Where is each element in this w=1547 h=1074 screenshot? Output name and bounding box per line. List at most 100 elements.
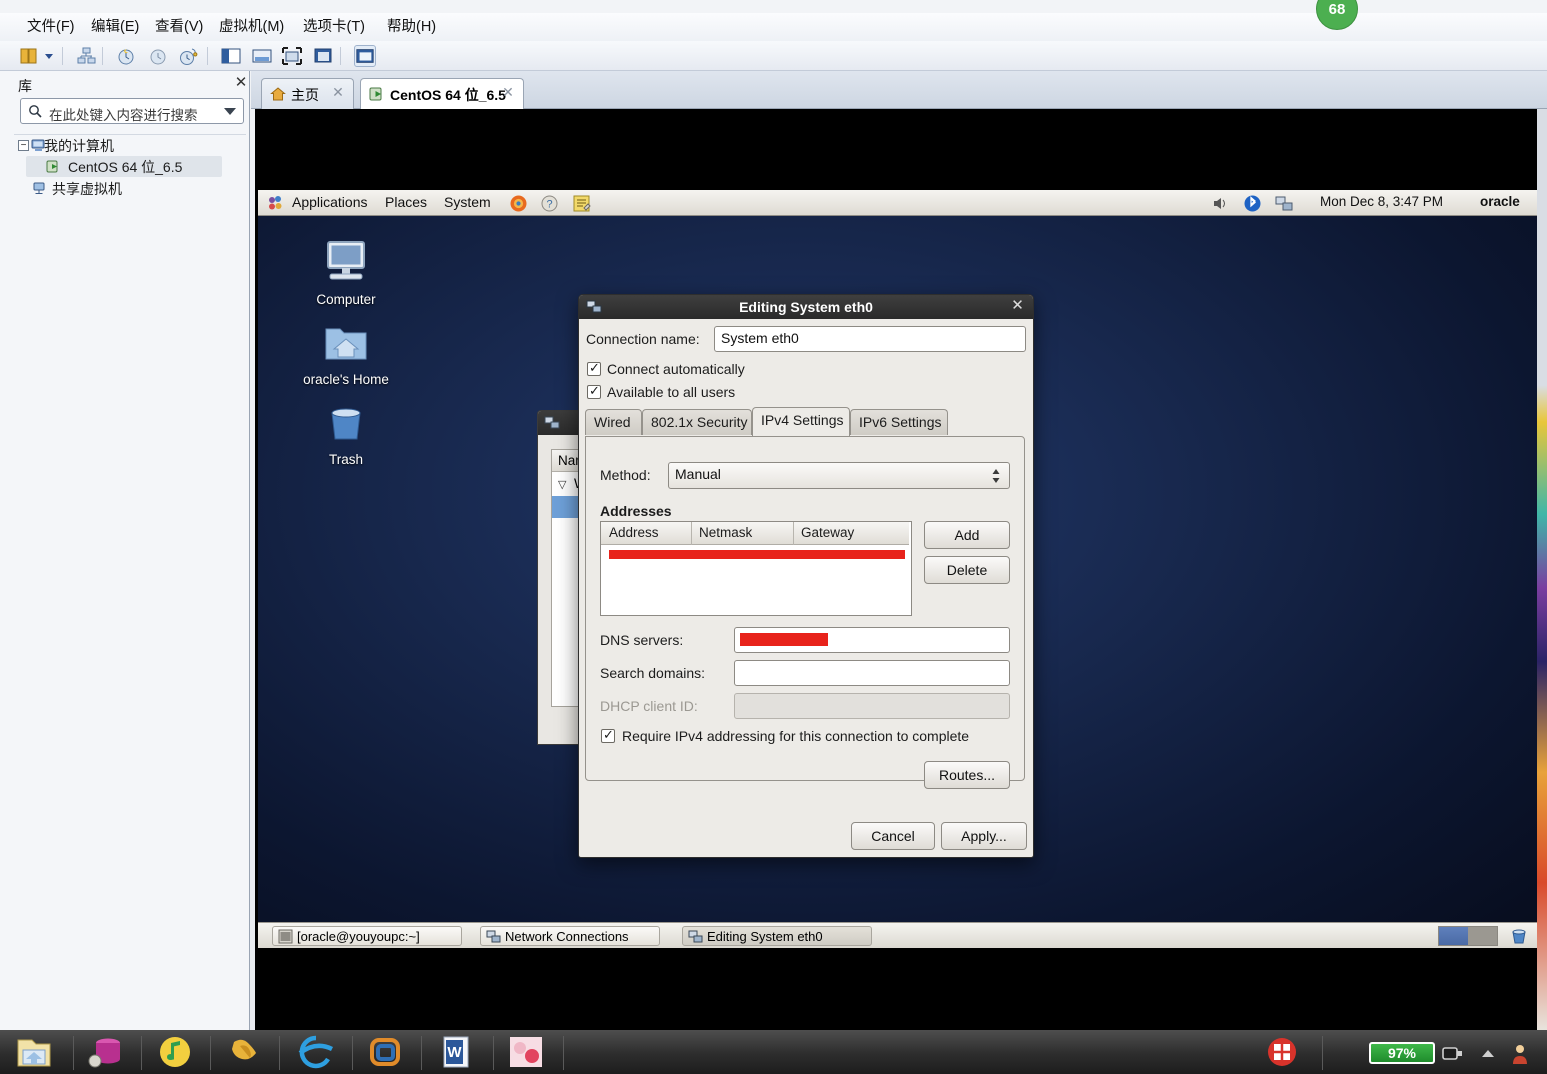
security-shield-icon[interactable]	[1262, 1034, 1314, 1072]
unity-icon[interactable]	[312, 45, 334, 67]
volume-icon[interactable]	[1211, 194, 1230, 213]
tab-centos[interactable]: CentOS 64 位_6.5 ✕	[360, 78, 524, 109]
taskbar-button-network-connections[interactable]: Network Connections	[480, 926, 660, 946]
trash-applet-icon[interactable]	[1510, 927, 1528, 945]
gnome-foot-icon	[266, 194, 285, 213]
dhcp-client-id-input	[734, 693, 1010, 719]
photos-icon[interactable]	[506, 1034, 558, 1072]
console-view-icon[interactable]	[354, 45, 376, 67]
taskbar-button-terminal[interactable]: [oracle@youyoupc:~]	[272, 926, 462, 946]
show-library-icon[interactable]	[220, 45, 242, 67]
addresses-table[interactable]: Address Netmask Gateway	[600, 521, 912, 616]
close-icon[interactable]: ✕	[1010, 298, 1025, 314]
workspace-switcher[interactable]	[1438, 926, 1498, 946]
vm-icon	[46, 159, 61, 174]
search-domains-input[interactable]	[734, 660, 1010, 686]
oracle-db-icon[interactable]	[86, 1034, 138, 1072]
utorrent-icon[interactable]	[224, 1034, 276, 1072]
dns-servers-input[interactable]	[734, 627, 1010, 653]
file-explorer-icon[interactable]	[14, 1034, 66, 1072]
search-icon	[28, 104, 43, 119]
dhcp-client-id-label: DHCP client ID:	[600, 698, 698, 714]
help-icon[interactable]: ?	[540, 194, 559, 213]
vm-icon	[369, 86, 385, 102]
desktop-icon-home[interactable]: oracle's Home	[296, 319, 396, 387]
dropdown-caret-icon[interactable]	[42, 45, 56, 67]
desktop-icon-trash[interactable]: Trash	[296, 399, 396, 467]
workspace-2[interactable]	[1468, 927, 1497, 945]
menu-system[interactable]: System	[444, 194, 491, 210]
chevron-updown-icon[interactable]	[990, 468, 1002, 487]
battery-indicator[interactable]: 97%	[1369, 1042, 1435, 1064]
tab-home[interactable]: 主页 ✕	[261, 78, 354, 109]
show-hidden-icons-icon[interactable]	[1480, 1048, 1496, 1060]
show-thumbnail-icon[interactable]	[251, 45, 273, 67]
toolbar-separator-3	[207, 47, 208, 65]
menu-edit[interactable]: 编辑(E)	[84, 17, 146, 37]
tab-ipv4-settings[interactable]: IPv4 Settings	[752, 407, 850, 436]
fullscreen-icon[interactable]	[281, 45, 303, 67]
word-icon[interactable]: W	[436, 1034, 488, 1072]
connection-name-input[interactable]: System eth0	[714, 326, 1026, 352]
library-search-box[interactable]: 在此处键入内容进行搜索	[20, 98, 244, 124]
windows-taskbar: W 97%	[0, 1030, 1547, 1074]
column-address[interactable]: Address	[609, 525, 659, 540]
column-netmask[interactable]: Netmask	[699, 525, 752, 540]
tab-8021x-security[interactable]: 802.1x Security	[642, 409, 752, 435]
add-button[interactable]: Add	[924, 521, 1010, 549]
tab-close-icon[interactable]: ✕	[331, 85, 345, 100]
take-snapshot-icon[interactable]	[115, 45, 137, 67]
workspace-1[interactable]	[1439, 927, 1468, 945]
clock[interactable]: Mon Dec 8, 3:47 PM	[1320, 194, 1443, 209]
menu-places[interactable]: Places	[385, 194, 427, 210]
internet-explorer-icon[interactable]	[296, 1034, 348, 1072]
tab-close-icon[interactable]: ✕	[501, 85, 515, 100]
revert-snapshot-icon[interactable]	[147, 45, 169, 67]
taskbar-button-editing-system-eth0[interactable]: Editing System eth0	[682, 926, 872, 946]
connect-automatically-checkbox[interactable]	[587, 360, 601, 376]
notification-area-icon[interactable]	[1508, 1042, 1532, 1066]
snapshot-manager-icon[interactable]	[75, 45, 97, 67]
network-icon[interactable]	[1275, 194, 1294, 213]
taskbar-separator-8	[563, 1036, 564, 1070]
column-gateway[interactable]: Gateway	[801, 525, 854, 540]
library-toggle-icon[interactable]	[18, 45, 40, 67]
menu-help[interactable]: 帮助(H)	[380, 17, 443, 37]
menu-vm[interactable]: 虚拟机(M)	[212, 17, 291, 37]
menu-view[interactable]: 查看(V)	[148, 17, 210, 37]
column-divider-1[interactable]	[691, 522, 692, 545]
available-to-all-users-checkbox[interactable]	[587, 383, 601, 399]
library-close-icon[interactable]: ✕	[233, 75, 249, 91]
routes-button[interactable]: Routes...	[924, 761, 1010, 789]
desktop-icon-computer[interactable]: Computer	[296, 239, 396, 307]
group-expander-icon[interactable]: ▽	[558, 478, 566, 491]
vmware-icon[interactable]	[365, 1034, 417, 1072]
column-divider-2[interactable]	[793, 522, 794, 545]
user-menu[interactable]: oracle	[1480, 194, 1520, 209]
chevron-down-icon[interactable]	[224, 108, 236, 115]
vm-console[interactable]: Applications Places System ? Mon Dec 8, …	[255, 109, 1547, 1030]
music-player-icon[interactable]	[155, 1034, 207, 1072]
menu-tabs[interactable]: 选项卡(T)	[296, 17, 372, 37]
tab-ipv6-settings[interactable]: IPv6 Settings	[850, 409, 948, 435]
require-ipv4-checkbox[interactable]	[601, 727, 615, 743]
menu-applications[interactable]: Applications	[292, 194, 368, 210]
editing-system-eth0-dialog[interactable]: Editing System eth0 ✕ Connection name: S…	[578, 294, 1034, 858]
expander-icon[interactable]: −	[18, 140, 29, 151]
tab-wired[interactable]: Wired	[585, 409, 642, 435]
delete-button[interactable]: Delete	[924, 556, 1010, 584]
manage-snapshots-icon[interactable]	[177, 45, 199, 67]
apply-button[interactable]: Apply...	[941, 822, 1027, 850]
method-dropdown[interactable]: Manual	[668, 462, 1010, 489]
tool-bar	[0, 41, 1547, 71]
firefox-icon[interactable]	[509, 194, 528, 213]
dialog-titlebar[interactable]: Editing System eth0 ✕	[579, 295, 1033, 319]
text-editor-icon[interactable]	[572, 194, 591, 213]
power-plug-icon[interactable]	[1441, 1046, 1463, 1061]
taskbar-separator-4	[279, 1036, 280, 1070]
library-title: 库	[18, 78, 32, 94]
cancel-button[interactable]: Cancel	[851, 822, 935, 850]
bluetooth-icon[interactable]	[1243, 194, 1262, 213]
connect-automatically-label: Connect automatically	[607, 361, 745, 377]
menu-file[interactable]: 文件(F)	[20, 17, 82, 37]
